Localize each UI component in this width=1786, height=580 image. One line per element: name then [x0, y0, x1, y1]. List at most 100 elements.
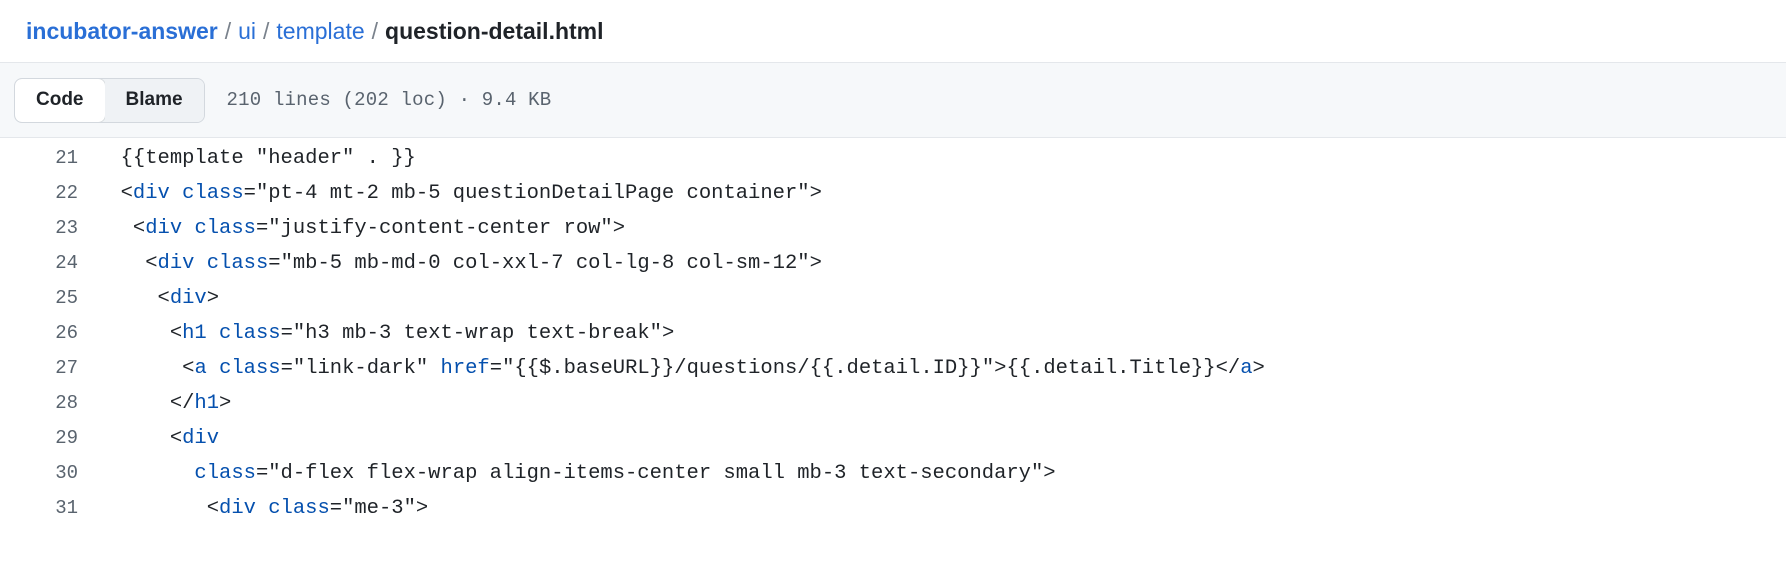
token-pun: =: [329, 497, 343, 520]
line-number[interactable]: 31: [0, 491, 96, 526]
token-pun: <: [120, 182, 133, 205]
token-attr: class: [194, 217, 256, 240]
token-pun: =: [280, 357, 293, 380]
token-attr: class: [206, 252, 269, 275]
line-content[interactable]: <div class="mb-5 mb-md-0 col-xxl-7 col-l…: [96, 246, 1786, 281]
line-content[interactable]: <a class="link-dark" href="{{$.baseURL}}…: [96, 351, 1786, 386]
line-content[interactable]: <div class="justify-content-center row">: [96, 211, 1786, 246]
file-stats: 210 lines (202 loc) · 9.4 KB: [226, 89, 552, 111]
token-pun: =: [255, 217, 269, 240]
code-viewer[interactable]: 21 {{template "header" . }} 22 <div class…: [0, 138, 1786, 580]
token-pun: <: [145, 252, 158, 275]
line-number[interactable]: 30: [0, 456, 96, 491]
code-line: 25 <div>: [0, 281, 1786, 316]
token-tag: a: [194, 357, 207, 380]
token-pun: =: [243, 182, 256, 205]
code-line: 28 </h1>: [0, 386, 1786, 421]
token-str: "pt-4 mt-2 mb-5 questionDetailPage conta…: [255, 182, 810, 205]
line-content[interactable]: <div class="pt-4 mt-2 mb-5 questionDetai…: [96, 176, 1786, 211]
token-pun: <: [169, 322, 183, 345]
token-attr: class: [182, 182, 244, 205]
line-number[interactable]: 24: [0, 246, 96, 281]
token-tag: div: [145, 217, 183, 240]
token-pun: >: [1043, 462, 1056, 485]
token-pun: <: [169, 427, 183, 450]
token-tag: h1: [182, 322, 207, 345]
token-str: "justify-content-center row": [268, 217, 613, 240]
token-tag: a: [1240, 357, 1253, 380]
code-line: 22 <div class="pt-4 mt-2 mb-5 questionDe…: [0, 176, 1786, 211]
token-tag: div: [182, 427, 220, 450]
token-pun: <: [206, 497, 220, 520]
token-pun: <: [157, 287, 170, 310]
token-pun: </: [169, 392, 195, 415]
token-attr: class: [194, 462, 256, 485]
token-txt: {{.detail.Title}}: [1006, 357, 1216, 380]
breadcrumb-separator-1: /: [224, 17, 232, 44]
breadcrumb-link-ui[interactable]: ui: [238, 19, 256, 43]
line-content[interactable]: <div class="me-3">: [96, 491, 1786, 526]
line-content[interactable]: <h1 class="h3 mb-3 text-wrap text-break"…: [96, 316, 1786, 351]
line-number[interactable]: 23: [0, 211, 96, 246]
line-content[interactable]: <div: [96, 421, 1786, 456]
breadcrumb-current-file: question-detail.html: [385, 17, 604, 44]
file-toolbar: Code Blame 210 lines (202 loc) · 9.4 KB: [0, 62, 1786, 138]
line-number[interactable]: 22: [0, 176, 96, 211]
token-pun: >: [206, 287, 220, 310]
line-number[interactable]: 21: [0, 141, 96, 176]
token-pun: >: [612, 217, 626, 240]
code-line: 23 <div class="justify-content-center ro…: [0, 211, 1786, 246]
line-number[interactable]: 26: [0, 316, 96, 351]
line-number[interactable]: 29: [0, 421, 96, 456]
breadcrumb: incubator-answer / ui / template / quest…: [26, 17, 604, 44]
line-content[interactable]: </h1>: [96, 386, 1786, 421]
token-pun: =: [268, 252, 281, 275]
token-pun: </: [1215, 357, 1241, 380]
code-line: 24 <div class="mb-5 mb-md-0 col-xxl-7 co…: [0, 246, 1786, 281]
breadcrumb-separator-2: /: [263, 17, 270, 44]
tab-blame[interactable]: Blame: [104, 78, 204, 122]
tab-code[interactable]: Code: [15, 78, 105, 122]
token-pun: >: [809, 252, 822, 275]
token-str: "link-dark": [292, 357, 429, 380]
line-number[interactable]: 25: [0, 281, 96, 316]
code-blame-toggle[interactable]: Code Blame: [14, 77, 205, 123]
token-pun: >: [994, 357, 1007, 380]
breadcrumb-repo-link[interactable]: incubator-answer: [26, 19, 218, 43]
token-tag: div: [219, 497, 256, 520]
code-line: 29 <div: [0, 421, 1786, 456]
line-number[interactable]: 27: [0, 351, 96, 386]
breadcrumb-link-template[interactable]: template: [276, 19, 364, 43]
token-attr: href: [440, 357, 490, 380]
token-pun: =: [280, 322, 293, 345]
token-attr: class: [219, 322, 281, 345]
token-str: "mb-5 mb-md-0 col-xxl-7 col-lg-8 col-sm-…: [280, 252, 810, 275]
breadcrumb-bar: incubator-answer / ui / template / quest…: [0, 0, 1786, 62]
token-pun: <: [182, 357, 195, 380]
code-line: 21 {{template "header" . }}: [0, 141, 1786, 176]
code-line: 27 <a class="link-dark" href="{{$.baseUR…: [0, 351, 1786, 386]
token-pun: >: [809, 182, 822, 205]
code-line: 30 class="d-flex flex-wrap align-items-c…: [0, 456, 1786, 491]
token-attr: class: [268, 497, 330, 520]
token-pun: >: [415, 497, 429, 520]
token-str: "{{$.baseURL}}/questions/{{.detail.ID}}": [502, 357, 995, 380]
token-attr: class: [219, 357, 281, 380]
code-line: 31 <div class="me-3">: [0, 491, 1786, 526]
line-number[interactable]: 28: [0, 386, 96, 421]
line-content[interactable]: class="d-flex flex-wrap align-items-cent…: [96, 456, 1786, 491]
token-tag: div: [132, 182, 170, 205]
token-tag: div: [169, 287, 207, 310]
line-content[interactable]: {{template "header" . }}: [96, 141, 1786, 176]
token-pun: =: [255, 462, 269, 485]
line-content[interactable]: <div>: [96, 281, 1786, 316]
token-txt: {{template "header" . }}: [120, 147, 416, 170]
breadcrumb-separator-3: /: [371, 17, 379, 44]
